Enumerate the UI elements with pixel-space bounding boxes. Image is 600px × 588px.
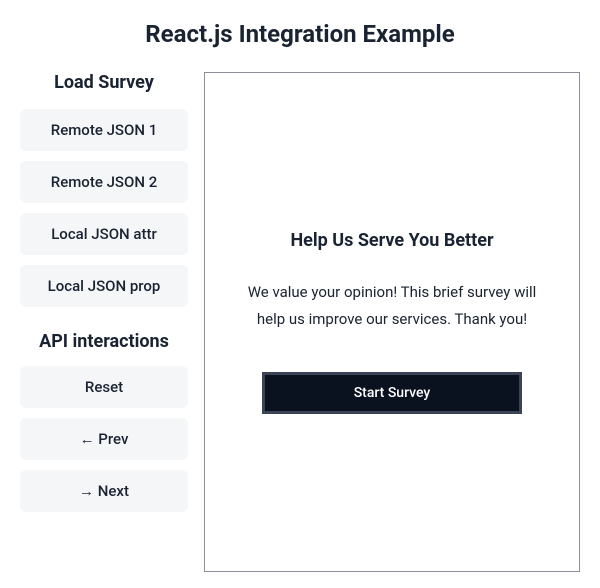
reset-button[interactable]: Reset xyxy=(20,366,188,408)
start-survey-button[interactable]: Start Survey xyxy=(262,372,522,414)
sidebar: Load Survey Remote JSON 1 Remote JSON 2 … xyxy=(20,72,188,572)
api-interactions-buttons: Reset ← Prev → Next xyxy=(20,366,188,512)
remote-json-2-button[interactable]: Remote JSON 2 xyxy=(20,161,188,203)
local-json-attr-button[interactable]: Local JSON attr xyxy=(20,213,188,255)
survey-description: We value your opinion! This brief survey… xyxy=(229,279,555,332)
prev-button[interactable]: ← Prev xyxy=(20,418,188,460)
survey-title: Help Us Serve You Better xyxy=(290,230,493,251)
next-button[interactable]: → Next xyxy=(20,470,188,512)
remote-json-1-button[interactable]: Remote JSON 1 xyxy=(20,109,188,151)
survey-preview-panel: Help Us Serve You Better We value your o… xyxy=(204,72,580,572)
api-interactions-heading: API interactions xyxy=(20,331,188,352)
page-title: React.js Integration Example xyxy=(0,0,600,72)
load-survey-buttons: Remote JSON 1 Remote JSON 2 Local JSON a… xyxy=(20,109,188,307)
local-json-prop-button[interactable]: Local JSON prop xyxy=(20,265,188,307)
content-row: Load Survey Remote JSON 1 Remote JSON 2 … xyxy=(0,72,600,572)
load-survey-heading: Load Survey xyxy=(20,72,188,93)
